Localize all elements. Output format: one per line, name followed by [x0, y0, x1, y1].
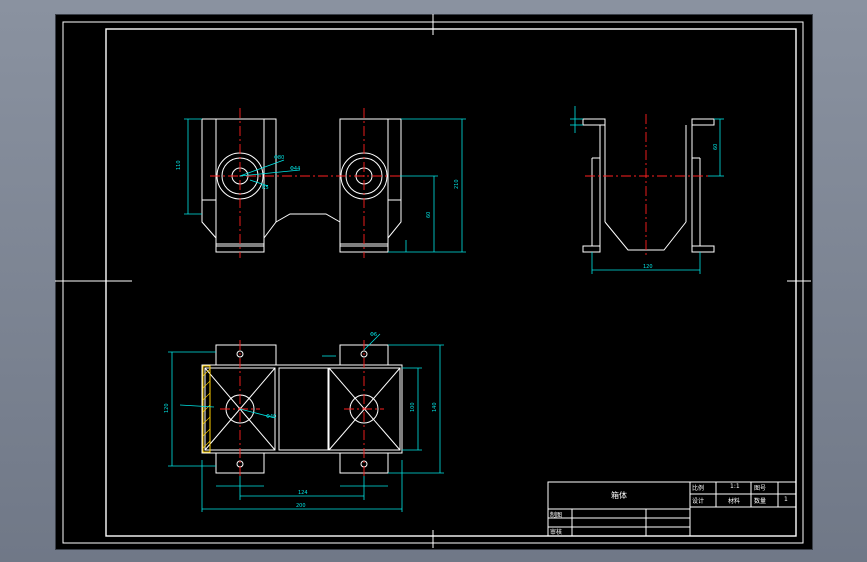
- section-hatch: [202, 365, 211, 453]
- side-view: 120 60: [570, 106, 724, 274]
- svg-text:140: 140: [432, 402, 438, 412]
- designer-label: 设计: [692, 498, 705, 505]
- drawing-sheet: 110 210 60 Φ80 Φ44 R5 120 60 120 100 140…: [55, 14, 811, 548]
- svg-text:120: 120: [643, 264, 653, 270]
- sheet-outer-border: [62, 21, 804, 544]
- svg-text:210: 210: [454, 179, 460, 189]
- svg-text:Φ6: Φ6: [370, 332, 377, 338]
- part-name: 箱体: [611, 491, 627, 500]
- svg-text:60: 60: [426, 212, 432, 218]
- cad-viewport: 110 210 60 Φ80 Φ44 R5 120 60 120 100 140…: [0, 0, 867, 562]
- svg-text:200: 200: [296, 503, 306, 509]
- top-view: 120 100 140 124 200 Φ40 Φ6: [164, 332, 444, 512]
- svg-text:Φ40: Φ40: [266, 414, 276, 420]
- svg-text:Φ44: Φ44: [290, 166, 300, 172]
- centering-marks: [55, 14, 811, 548]
- svg-text:100: 100: [410, 402, 416, 412]
- drafter-label: 制图: [550, 512, 563, 519]
- svg-text:124: 124: [298, 490, 308, 496]
- svg-text:R5: R5: [262, 185, 269, 191]
- svg-text:110: 110: [176, 160, 182, 170]
- svg-text:120: 120: [164, 403, 170, 413]
- drawing-frame: [105, 28, 797, 537]
- quantity-label: 数量: [754, 498, 767, 505]
- scale-value: 1:1: [730, 483, 740, 490]
- checker-label: 审核: [550, 529, 563, 536]
- material-label: 材料: [728, 498, 741, 505]
- quantity-value: 1: [784, 496, 788, 503]
- scale-label: 比例: [692, 485, 705, 492]
- front-view: 110 210 60 Φ80 Φ44 R5: [176, 108, 466, 258]
- svg-text:60: 60: [713, 144, 719, 150]
- drawing-no-label: 图号: [754, 485, 767, 492]
- svg-text:Φ80: Φ80: [274, 155, 284, 161]
